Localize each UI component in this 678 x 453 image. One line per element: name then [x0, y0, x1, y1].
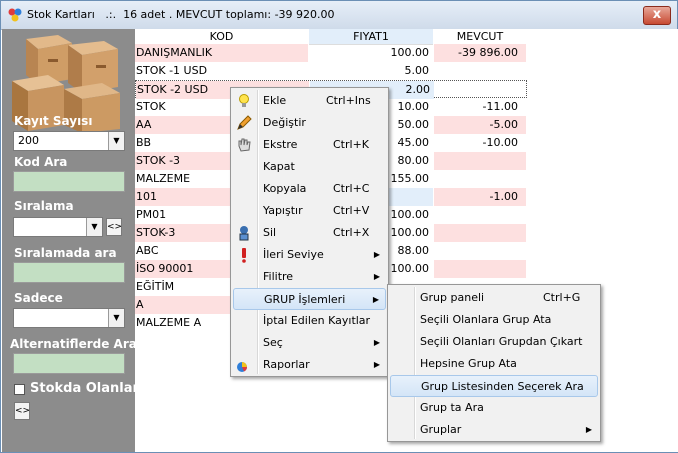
menu-item-degistir[interactable]: Değiştir [233, 112, 386, 134]
cell-mevcut [434, 206, 526, 224]
chevron-right-icon: ▶ [373, 338, 380, 347]
chevron-right-icon: ▶ [373, 250, 380, 259]
siralama-select[interactable]: ▼ [13, 217, 103, 237]
bulb-icon [239, 94, 249, 107]
cell-kod: DANIŞMANLIK [135, 44, 308, 62]
siralama-swap-button[interactable]: <> [106, 218, 122, 236]
exclamation-icon [242, 248, 246, 263]
cell-mevcut [435, 81, 527, 99]
cell-mevcut: -39 896.00 [434, 44, 526, 62]
cell-mevcut: -10.00 [482, 136, 518, 149]
window-summary: .:. 16 adet . MEVCUT toplamı: -39 920.00 [105, 8, 335, 21]
table-row[interactable]: STOK -1 USD 5.00 [135, 62, 527, 80]
chevron-right-icon: ▶ [373, 360, 380, 369]
sadece-select[interactable]: ▼ [13, 308, 125, 328]
kod-ara-label: Kod Ara [14, 155, 68, 169]
menu-item-grup-islemleri[interactable]: GRUP İşlemleri ▶ [233, 288, 386, 310]
menu-item-filitre[interactable]: Filitre ▶ [233, 266, 386, 288]
cell-mevcut [434, 242, 526, 260]
window-title: Stok Kartları [27, 8, 95, 21]
cell-mevcut [434, 152, 526, 170]
kayit-sayisi-select[interactable]: 200 ▼ [13, 131, 125, 151]
cell-mevcut [434, 170, 526, 188]
context-menu: Ekle Ctrl+Ins Değiştir Ekstre Ctrl+K Kap… [230, 87, 389, 377]
cell-fiyat: 100.00 [390, 46, 430, 59]
table-row[interactable]: DANIŞMANLIK 100.00 -39 896.00 [135, 44, 527, 62]
siralamada-ara-input[interactable] [13, 262, 125, 283]
chevron-down-icon[interactable]: ▼ [108, 309, 124, 327]
swap-button[interactable]: <> [14, 402, 30, 420]
cell-kod: STOK -1 USD [136, 64, 208, 77]
cell-mevcut [434, 260, 526, 278]
kayit-sayisi-value: 200 [18, 134, 39, 147]
menu-item-kapat[interactable]: Kapat [233, 156, 386, 178]
siralamada-ara-label: Sıralamada ara [14, 246, 117, 260]
submenu-item-gruplar[interactable]: Gruplar ▶ [390, 419, 598, 441]
chevron-down-icon[interactable]: ▼ [108, 132, 124, 150]
filter-sidebar: Kayıt Sayısı 200 ▼ Kod Ara Sıralama ▼ <>… [2, 29, 139, 452]
cell-mevcut [434, 62, 526, 80]
cell-mevcut: -1.00 [434, 188, 526, 206]
submenu-item-grupdan-cikart[interactable]: Seçili Olanları Grupdan Çıkart [390, 331, 598, 353]
delete-icon [239, 226, 249, 241]
chevron-right-icon: ▶ [373, 272, 380, 281]
stokda-olanlar-label: Stokda Olanlar [30, 381, 139, 396]
kod-ara-input[interactable] [13, 171, 125, 192]
chevron-down-icon[interactable]: ▼ [86, 218, 102, 236]
menu-item-yapistir[interactable]: Yapıştır Ctrl+V [233, 200, 386, 222]
sadece-label: Sadece [14, 291, 63, 305]
close-icon: x [652, 7, 662, 22]
alternatif-input[interactable] [13, 353, 125, 374]
menu-item-iptal-edilen[interactable]: İptal Edilen Kayıtlar [233, 310, 386, 332]
cell-mevcut [434, 224, 526, 242]
menu-item-kopyala[interactable]: Kopyala Ctrl+C [233, 178, 386, 200]
alternatif-label: Alternatiflerde Ara [10, 337, 137, 351]
menu-item-sil[interactable]: Sil Ctrl+X [233, 222, 386, 244]
menu-item-sec[interactable]: Seç ▶ [233, 332, 386, 354]
submenu-item-grup-ta-ara[interactable]: Grup ta Ara [390, 397, 598, 419]
report-icon [237, 362, 247, 372]
menu-item-raporlar[interactable]: Raporlar ▶ [233, 354, 386, 376]
menu-item-ileri-seviye[interactable]: İleri Seviye ▶ [233, 244, 386, 266]
column-header-fiyat1[interactable]: FIYAT1 [309, 29, 433, 45]
submenu-item-grup-listesinden-ara[interactable]: Grup Listesinden Seçerek Ara [390, 375, 598, 397]
cell-mevcut: -5.00 [434, 116, 526, 134]
app-icon [8, 8, 22, 22]
column-header-mevcut[interactable]: MEVCUT [434, 29, 526, 45]
submenu-item-hepsine-grup-ata[interactable]: Hepsine Grup Ata [390, 353, 598, 375]
siralama-label: Sıralama [14, 199, 74, 213]
title-bar[interactable]: Stok Kartları .:. 16 adet . MEVCUT topla… [1, 1, 677, 30]
close-button[interactable]: x [643, 6, 671, 25]
chevron-right-icon: ▶ [372, 295, 379, 304]
stokda-olanlar-checkbox[interactable] [14, 384, 25, 395]
column-header-kod[interactable]: KOD [135, 29, 308, 45]
menu-item-ekle[interactable]: Ekle Ctrl+Ins [233, 90, 386, 112]
cell-fiyat: 5.00 [404, 64, 430, 77]
cell-mevcut: -11.00 [482, 100, 518, 113]
submenu-item-grup-ata[interactable]: Seçili Olanlara Grup Ata [390, 309, 598, 331]
group-submenu: Grup paneli Ctrl+G Seçili Olanlara Grup … [387, 284, 601, 442]
submenu-item-grup-paneli[interactable]: Grup paneli Ctrl+G [390, 287, 598, 309]
chevron-right-icon: ▶ [585, 425, 592, 434]
pencil-icon [237, 115, 252, 130]
stok-kartlari-window: Stok Kartları .:. 16 adet . MEVCUT topla… [0, 0, 678, 453]
menu-item-ekstre[interactable]: Ekstre Ctrl+K [233, 134, 386, 156]
kayit-sayisi-label: Kayıt Sayısı [14, 114, 93, 128]
hand-icon [238, 138, 251, 152]
